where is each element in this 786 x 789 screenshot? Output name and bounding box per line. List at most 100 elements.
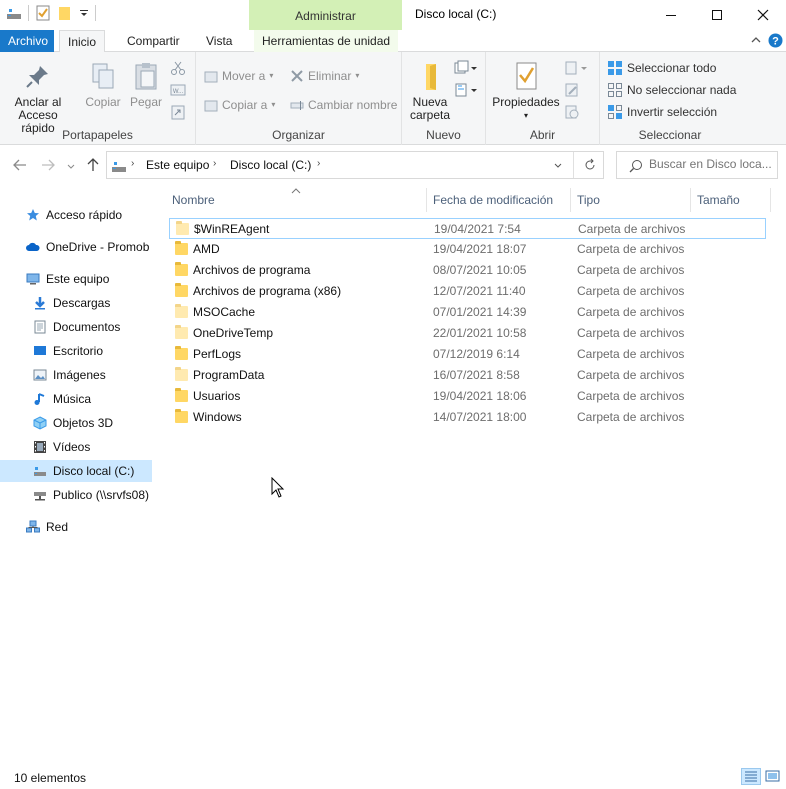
nav-item-publico[interactable]: Publico (\\srvfs08)	[0, 484, 152, 506]
file-row[interactable]: PerfLogs 07/12/2019 6:14 Carpeta de archiv…	[169, 344, 766, 365]
tab-vista[interactable]: Vista	[198, 30, 240, 52]
invert-selection-button[interactable]: Invertir selección	[607, 102, 717, 122]
nav-label: Acceso rápido	[46, 208, 123, 222]
file-row[interactable]: ProgramData 16/07/2021 8:58 Carpeta de arc…	[169, 365, 766, 386]
nav-item-descargas[interactable]: Descargas	[0, 292, 152, 314]
refresh-icon[interactable]	[583, 158, 597, 172]
copy-to-button[interactable]: Copiar a ▾	[204, 95, 275, 115]
group-label-abrir: Abrir	[529, 128, 556, 142]
customize-dropdown-icon[interactable]	[79, 5, 89, 21]
paste-button[interactable]: Pegar	[126, 60, 166, 109]
file-name: OneDriveTemp	[193, 326, 274, 340]
column-header-size[interactable]: Tamaño	[691, 188, 771, 212]
chevron-down-icon: ▾	[269, 71, 274, 80]
delete-label: Eliminar	[308, 69, 352, 83]
status-bar: 10 elementos	[0, 766, 786, 789]
pictures-icon	[33, 369, 47, 381]
copy-button[interactable]: Copiar	[82, 60, 124, 109]
invert-selection-icon	[608, 105, 622, 119]
tab-compartir[interactable]: Compartir	[119, 30, 188, 52]
properties-icon[interactable]	[35, 5, 51, 21]
file-row[interactable]: MSOCache 07/01/2021 14:39 Carpeta de archi…	[169, 302, 766, 323]
recent-locations-button[interactable]	[66, 159, 76, 175]
up-button[interactable]	[85, 157, 101, 176]
breadcrumb-este-equipo[interactable]: Este equipo	[146, 158, 209, 172]
tab-inicio[interactable]: Inicio	[59, 30, 106, 53]
chevron-down-icon[interactable]	[553, 161, 563, 171]
details-view-button[interactable]	[741, 768, 761, 785]
nav-label: OneDrive - Promob	[46, 240, 150, 254]
delete-button[interactable]: Eliminar ▾	[290, 66, 359, 86]
maximize-button[interactable]	[694, 0, 740, 30]
file-row[interactable]: $WinREAgent 19/04/2021 7:54 Carpeta de arc…	[169, 218, 766, 239]
group-label-organizar: Organizar	[272, 128, 325, 142]
large-icons-view-button[interactable]	[763, 768, 783, 785]
chevron-right-icon[interactable]: ›	[213, 158, 216, 169]
properties-button[interactable]: Propiedades ▾	[492, 60, 560, 122]
copy-path-icon[interactable]: W...	[170, 82, 186, 101]
search-box[interactable]	[616, 151, 778, 179]
file-row[interactable]: Usuarios 19/04/2021 18:06 Carpeta de archi…	[169, 386, 766, 407]
select-all-button[interactable]: Seleccionar todo	[607, 58, 716, 78]
cube-icon	[33, 416, 47, 430]
nav-item-red[interactable]: Red	[0, 516, 152, 538]
move-to-button[interactable]: Mover a ▾	[204, 66, 273, 86]
search-input[interactable]	[649, 157, 775, 171]
file-row[interactable]: AMD 19/04/2021 18:07 Carpeta de archivos	[169, 239, 766, 260]
new-item-icon[interactable]	[454, 60, 478, 79]
edit-icon[interactable]	[564, 82, 580, 101]
nav-item-disco-local[interactable]: Disco local (C:)	[0, 460, 152, 482]
tab-archivo[interactable]: Archivo	[0, 30, 54, 52]
forward-arrow-icon	[42, 159, 55, 171]
help-icon[interactable]: ?	[768, 33, 783, 51]
nav-item-documentos[interactable]: Documentos	[0, 316, 152, 338]
open-icon[interactable]	[564, 60, 588, 79]
cut-icon[interactable]	[170, 60, 186, 79]
history-icon[interactable]	[564, 104, 580, 123]
chevron-right-icon[interactable]: ›	[131, 158, 134, 169]
file-row[interactable]: Archivos de programa (x86) 12/07/2021 11:…	[169, 281, 766, 302]
nav-item-objetos-3d[interactable]: Objetos 3D	[0, 412, 152, 434]
minimize-button[interactable]	[648, 0, 694, 30]
back-button[interactable]	[12, 157, 28, 176]
computer-icon	[26, 273, 40, 285]
select-none-button[interactable]: No seleccionar nada	[607, 80, 736, 100]
separator	[95, 5, 96, 21]
nav-item-acceso-rapido[interactable]: Acceso rápido	[0, 204, 152, 226]
file-date: 22/01/2021 10:58	[433, 326, 527, 340]
new-folder-button[interactable]: Nueva carpeta	[408, 60, 452, 122]
address-bar[interactable]: › Este equipo › Disco local (C:) ›	[106, 151, 604, 179]
folder-icon	[175, 241, 188, 255]
nav-item-onedrive[interactable]: OneDrive - Promob	[0, 236, 152, 258]
file-row[interactable]: OneDriveTemp 22/01/2021 10:58 Carpeta de a…	[169, 323, 766, 344]
chevron-right-icon[interactable]: ›	[317, 158, 320, 169]
nav-item-imagenes[interactable]: Imágenes	[0, 364, 152, 386]
file-row[interactable]: Windows 14/07/2021 18:00 Carpeta de archiv…	[169, 407, 766, 428]
pin-quick-access-button[interactable]: Anclar al Acceso rápido	[6, 60, 70, 135]
new-folder-icon[interactable]	[57, 5, 73, 21]
close-button[interactable]	[740, 0, 786, 30]
paste-shortcut-icon[interactable]	[170, 104, 186, 123]
nav-item-este-equipo[interactable]: Este equipo	[0, 268, 152, 290]
tab-herramientas-de-unidad[interactable]: Herramientas de unidad	[254, 30, 399, 52]
drive-icon[interactable]	[6, 5, 22, 21]
collapse-ribbon-icon[interactable]	[749, 33, 763, 50]
copy-to-label: Copiar a	[222, 98, 268, 112]
rename-button[interactable]: Cambiar nombre	[290, 95, 397, 115]
column-header-name[interactable]: Nombre	[166, 188, 427, 212]
column-header-date[interactable]: Fecha de modificación	[427, 188, 571, 212]
breadcrumb-disco-local[interactable]: Disco local (C:)	[230, 158, 311, 172]
column-header-type[interactable]: Tipo	[571, 188, 691, 212]
document-icon	[34, 320, 46, 334]
file-name: AMD	[193, 242, 220, 256]
file-row[interactable]: Archivos de programa 08/07/2021 10:05 Carp…	[169, 260, 766, 281]
new-folder-label: Nueva carpeta	[409, 95, 451, 122]
ribbon: Anclar al Acceso rápido Copiar Pegar W..…	[0, 52, 786, 145]
nav-label: Disco local (C:)	[53, 464, 135, 478]
nav-item-escritorio[interactable]: Escritorio	[0, 340, 152, 362]
nav-item-musica[interactable]: Música	[0, 388, 152, 410]
forward-button[interactable]	[40, 157, 56, 176]
easy-access-icon[interactable]	[454, 82, 478, 101]
svg-text:?: ?	[772, 36, 779, 48]
nav-item-videos[interactable]: Vídeos	[0, 436, 152, 458]
